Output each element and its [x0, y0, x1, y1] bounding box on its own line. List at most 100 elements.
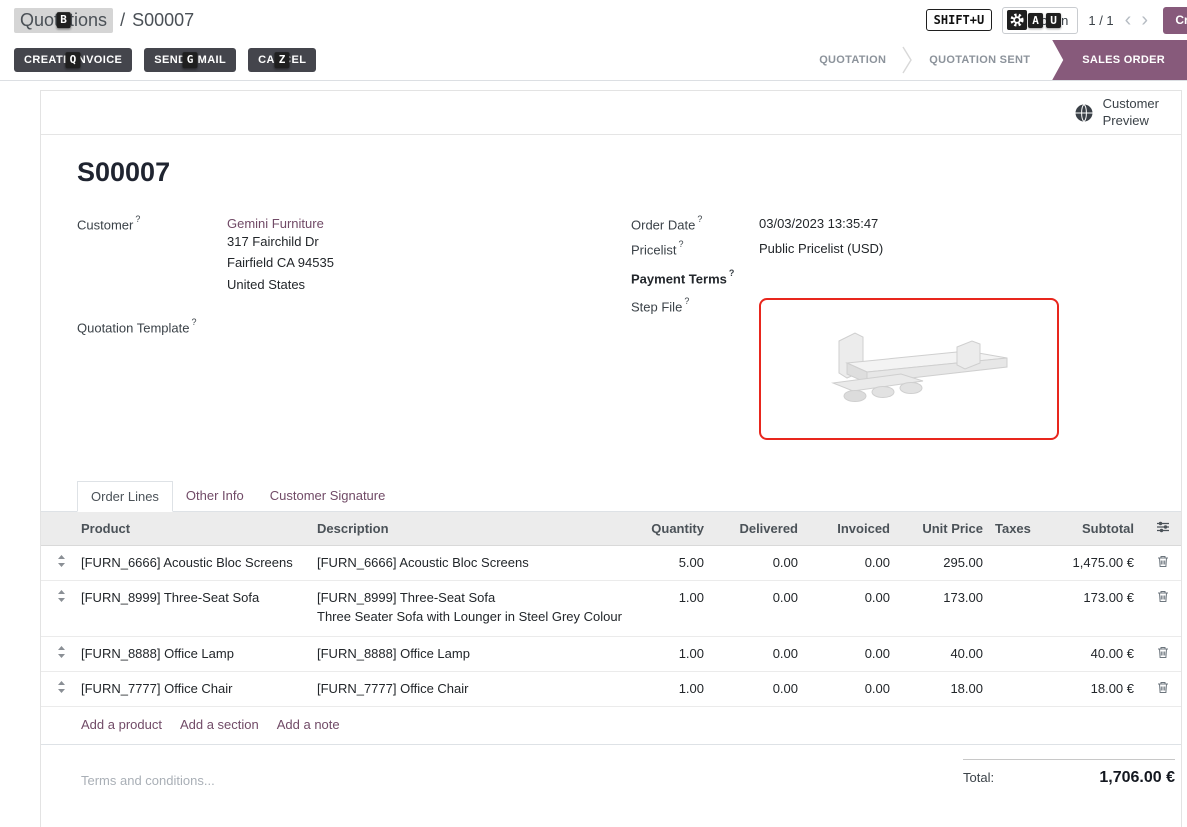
cell-quantity[interactable]: 1.00: [642, 580, 712, 636]
delete-line-button[interactable]: [1142, 580, 1182, 636]
customer-field-label: Customer?: [77, 216, 227, 295]
cell-unit-price[interactable]: 295.00: [898, 545, 991, 580]
column-header-subtotal: Subtotal: [1046, 512, 1142, 546]
cell-product[interactable]: [FURN_8888] Office Lamp: [81, 636, 317, 671]
topbar-right-controls: SHIFT+U Action A U 1 / 1 ‹ › Cr: [926, 7, 1187, 34]
cell-taxes[interactable]: [991, 671, 1046, 706]
customer-field-value: Gemini Furniture 317 Fairchild Dr Fairfi…: [227, 216, 334, 295]
cell-invoiced[interactable]: 0.00: [806, 671, 898, 706]
cell-quantity[interactable]: 5.00: [642, 545, 712, 580]
pager-next-icon[interactable]: ›: [1136, 10, 1153, 30]
status-step-quotation[interactable]: QUOTATION: [803, 40, 902, 80]
top-navigation-bar: Quotations B / S00007 SHIFT+U Action A U…: [0, 0, 1187, 40]
customer-preview-label: Customer Preview: [1103, 96, 1159, 129]
cell-product[interactable]: [FURN_8999] Three-Seat Sofa: [81, 580, 317, 636]
customer-preview-link[interactable]: Customer Preview: [1074, 96, 1159, 129]
optional-columns-toggle[interactable]: [1142, 512, 1182, 546]
cell-product[interactable]: [FURN_6666] Acoustic Bloc Screens: [81, 545, 317, 580]
column-header-description: Description: [317, 512, 642, 546]
drag-handle-icon[interactable]: [41, 545, 81, 580]
record-title: S00007: [77, 157, 1145, 188]
tab-order-lines[interactable]: Order Lines: [77, 481, 173, 512]
cell-description[interactable]: [FURN_8888] Office Lamp: [317, 636, 642, 671]
cell-invoiced[interactable]: 0.00: [806, 636, 898, 671]
pricelist-label-text: Pricelist: [631, 243, 677, 258]
table-row: [FURN_8999] Three-Seat Sofa [FURN_8999] …: [41, 580, 1182, 636]
statusbar-chevron-icon: [902, 41, 913, 79]
terms-and-conditions-input[interactable]: Terms and conditions...: [81, 773, 215, 788]
cell-quantity[interactable]: 1.00: [642, 636, 712, 671]
customer-label-text: Customer: [77, 217, 133, 232]
customer-preview-line1: Customer: [1103, 96, 1159, 112]
cell-unit-price[interactable]: 40.00: [898, 636, 991, 671]
breadcrumb-separator: /: [120, 10, 125, 31]
help-icon: ?: [684, 296, 689, 306]
cell-delivered[interactable]: 0.00: [712, 545, 806, 580]
drag-handle-icon[interactable]: [41, 636, 81, 671]
globe-icon: [1074, 103, 1094, 123]
status-step-quotation-sent[interactable]: QUOTATION SENT: [913, 40, 1046, 80]
cell-delivered[interactable]: 0.00: [712, 636, 806, 671]
cell-product[interactable]: [FURN_7777] Office Chair: [81, 671, 317, 706]
delete-line-button[interactable]: [1142, 545, 1182, 580]
cell-unit-price[interactable]: 173.00: [898, 580, 991, 636]
cell-description[interactable]: [FURN_8999] Three-Seat Sofa Three Seater…: [317, 580, 642, 636]
delete-line-button[interactable]: [1142, 671, 1182, 706]
cancel-button[interactable]: CANCEL Z: [248, 48, 316, 72]
trash-icon: [1157, 681, 1169, 694]
step-file-image-field[interactable]: [759, 298, 1059, 440]
column-header-delivered: Delivered: [712, 512, 806, 546]
help-icon: ?: [729, 268, 735, 278]
drag-handle-icon[interactable]: [41, 580, 81, 636]
total-label: Total:: [963, 770, 994, 785]
hint-badge-q: Q: [66, 52, 81, 68]
cell-taxes[interactable]: [991, 636, 1046, 671]
order-lines-table: Product Description Quantity Delivered I…: [41, 512, 1182, 707]
breadcrumb-current: S00007: [132, 10, 194, 31]
hint-badge-u: U: [1046, 13, 1061, 29]
status-step-sales-order[interactable]: SALES ORDER: [1052, 40, 1187, 80]
cell-description[interactable]: [FURN_6666] Acoustic Bloc Screens: [317, 545, 642, 580]
customer-preview-line2: Preview: [1103, 113, 1159, 129]
add-product-link[interactable]: Add a product: [81, 717, 162, 732]
breadcrumb-quotations[interactable]: Quotations B: [14, 8, 113, 33]
drag-handle-icon[interactable]: [41, 671, 81, 706]
action-menu-button[interactable]: Action A U: [1002, 7, 1078, 34]
cell-delivered[interactable]: 0.00: [712, 580, 806, 636]
pricelist-field-value[interactable]: Public Pricelist (USD): [759, 241, 883, 257]
cell-taxes[interactable]: [991, 545, 1046, 580]
trash-icon: [1157, 646, 1169, 659]
cell-taxes[interactable]: [991, 580, 1046, 636]
cell-unit-price[interactable]: 18.00: [898, 671, 991, 706]
line-add-actions: Add a product Add a section Add a note: [41, 707, 1181, 745]
create-invoice-button[interactable]: CREATE INVOICE Q: [14, 48, 132, 72]
cell-description[interactable]: [FURN_7777] Office Chair: [317, 671, 642, 706]
cell-subtotal: 18.00 €: [1046, 671, 1142, 706]
help-icon: ?: [135, 214, 140, 224]
corner-create-button[interactable]: Cr: [1163, 7, 1187, 34]
hint-badge-z: Z: [275, 52, 290, 68]
payment-terms-field-label: Payment Terms?: [631, 270, 759, 286]
order-date-field-value[interactable]: 03/03/2023 13:35:47: [759, 216, 878, 232]
send-email-button[interactable]: SEND EMAIL G: [144, 48, 236, 72]
delete-line-button[interactable]: [1142, 636, 1182, 671]
cell-subtotal: 1,475.00 €: [1046, 545, 1142, 580]
cell-invoiced[interactable]: 0.00: [806, 580, 898, 636]
payment-terms-label-text: Payment Terms: [631, 271, 727, 286]
hint-badge-a: A: [1028, 13, 1043, 29]
total-value: 1,706.00 €: [1099, 769, 1175, 787]
tab-other-info[interactable]: Other Info: [173, 481, 257, 511]
tab-customer-signature[interactable]: Customer Signature: [257, 481, 399, 511]
cell-quantity[interactable]: 1.00: [642, 671, 712, 706]
pager-previous-icon[interactable]: ‹: [1120, 10, 1137, 30]
cell-invoiced[interactable]: 0.00: [806, 545, 898, 580]
fields-left-column: Customer? Gemini Furniture 317 Fairchild…: [77, 216, 591, 449]
trash-icon: [1157, 590, 1169, 603]
hint-badge-b: B: [56, 12, 71, 28]
help-icon: ?: [192, 317, 197, 327]
customer-link[interactable]: Gemini Furniture: [227, 216, 324, 231]
add-note-link[interactable]: Add a note: [277, 717, 340, 732]
cell-delivered[interactable]: 0.00: [712, 671, 806, 706]
add-section-link[interactable]: Add a section: [180, 717, 259, 732]
quotation-template-field-label: Quotation Template?: [77, 319, 227, 335]
